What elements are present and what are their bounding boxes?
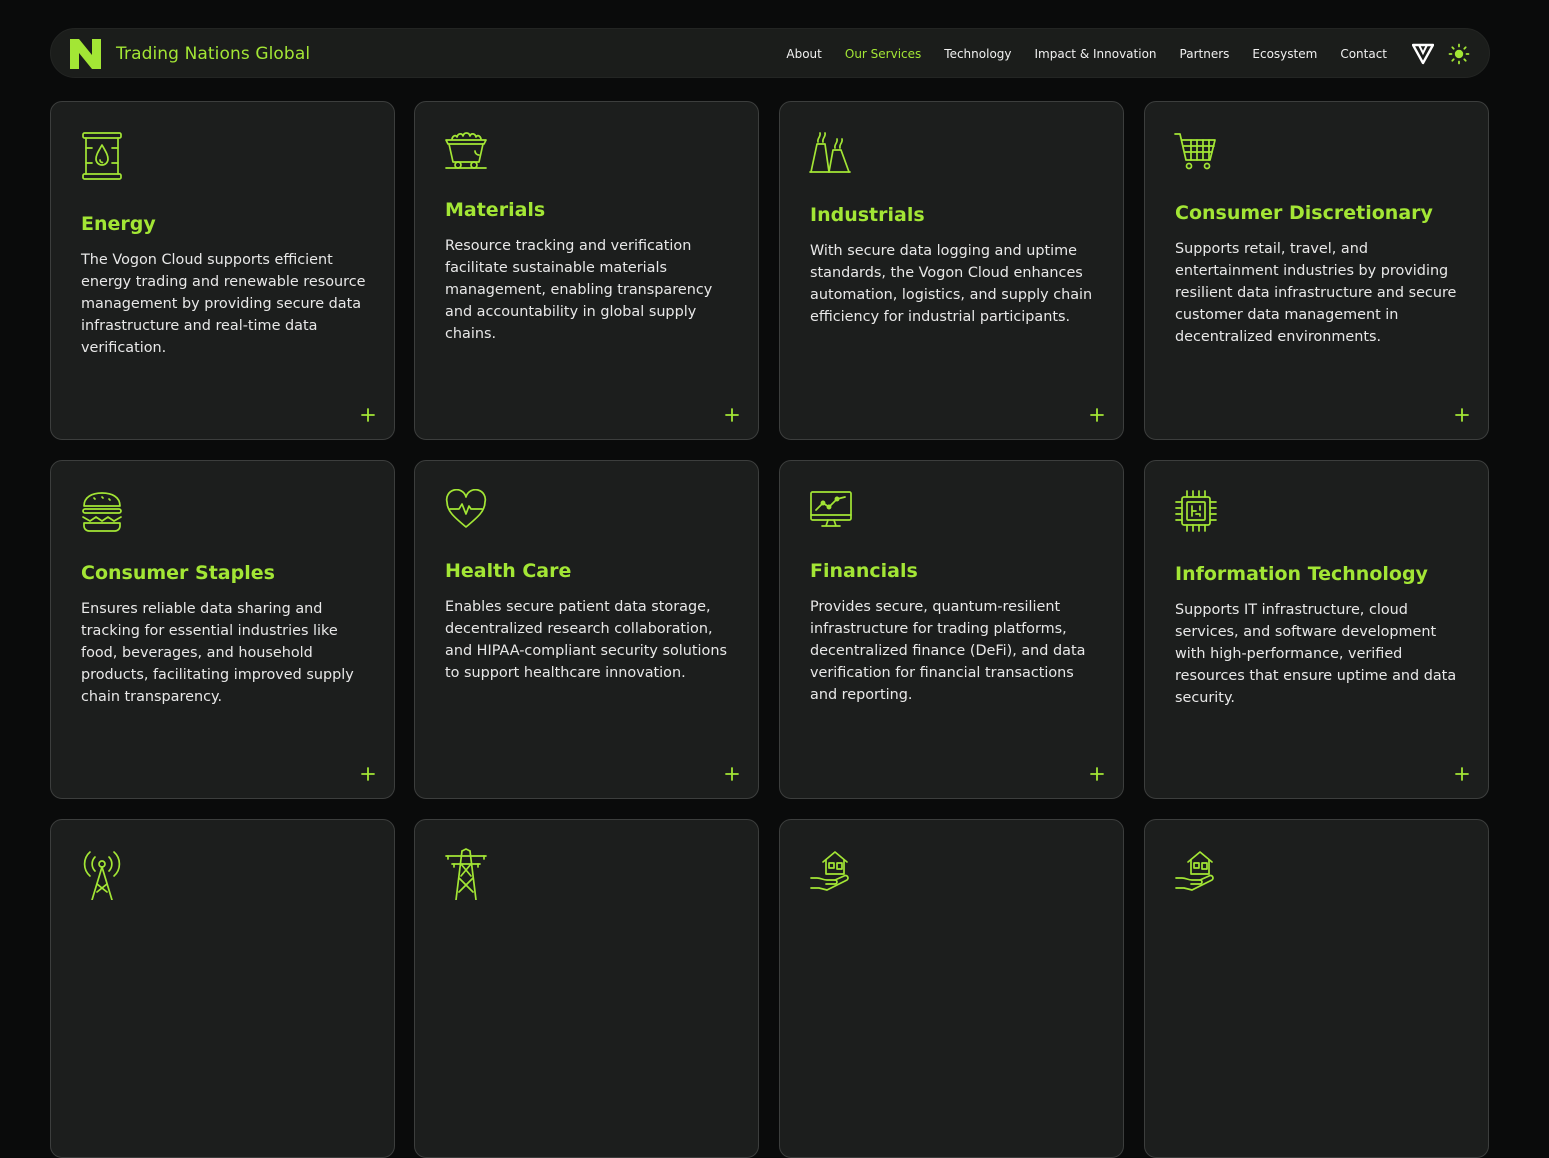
chip-icon bbox=[1175, 490, 1217, 532]
sector-description: Resource tracking and verification facil… bbox=[445, 238, 713, 342]
sector-description: Supports IT infrastructure, cloud servic… bbox=[1175, 602, 1457, 706]
power-pylon-icon bbox=[445, 848, 487, 900]
sector-card-consumer-staples[interactable]: Consumer Staples Ensures reliable data s… bbox=[50, 460, 395, 799]
plus-icon[interactable] bbox=[360, 407, 376, 423]
sector-card[interactable] bbox=[50, 819, 395, 1158]
plus-icon[interactable] bbox=[1089, 766, 1105, 782]
sector-title: Financials bbox=[810, 560, 918, 582]
hand-house-icon bbox=[1175, 851, 1214, 891]
sector-card-energy[interactable]: Energy The Vogon Cloud supports efficien… bbox=[50, 101, 395, 440]
burger-icon bbox=[82, 492, 122, 532]
plus-icon[interactable] bbox=[724, 407, 740, 423]
top-navbar: Trading Nations Global About Our Service… bbox=[50, 28, 1490, 78]
heart-pulse-icon bbox=[445, 489, 487, 528]
nav-contact[interactable]: Contact bbox=[1340, 47, 1387, 61]
antenna-tower-icon bbox=[83, 851, 121, 900]
sector-card-financials[interactable]: Financials Provides secure, quantum-resi… bbox=[779, 460, 1124, 799]
plus-icon[interactable] bbox=[1454, 407, 1470, 423]
sector-description: With secure data logging and uptime stan… bbox=[810, 243, 1093, 325]
sector-card[interactable] bbox=[1144, 819, 1489, 1158]
sector-title: Health Care bbox=[445, 560, 572, 582]
oil-barrel-icon bbox=[82, 132, 122, 180]
hand-house-icon bbox=[810, 851, 849, 891]
sector-title: Industrials bbox=[810, 204, 925, 226]
nav-partners[interactable]: Partners bbox=[1180, 47, 1230, 61]
sector-card-consumer-discretionary[interactable]: Consumer Discretionary Supports retail, … bbox=[1144, 101, 1489, 440]
vogon-icon[interactable] bbox=[1412, 43, 1434, 65]
sector-description: Provides secure, quantum-resilient infra… bbox=[810, 599, 1086, 703]
nav-impact-innovation[interactable]: Impact & Innovation bbox=[1035, 47, 1157, 61]
mine-cart-icon bbox=[445, 132, 487, 169]
sector-card-materials[interactable]: Materials Resource tracking and verifica… bbox=[414, 101, 759, 440]
nav-our-services[interactable]: Our Services bbox=[845, 47, 921, 61]
sector-title: Consumer Discretionary bbox=[1175, 202, 1433, 224]
sector-description: Supports retail, travel, and entertainme… bbox=[1175, 241, 1457, 345]
plus-icon[interactable] bbox=[1454, 766, 1470, 782]
plus-icon[interactable] bbox=[360, 766, 376, 782]
nav-links: About Our Services Technology Impact & I… bbox=[786, 29, 1387, 79]
sun-icon[interactable] bbox=[1448, 43, 1470, 65]
sector-card-health-care[interactable]: Health Care Enables secure patient data … bbox=[414, 460, 759, 799]
sector-card[interactable] bbox=[779, 819, 1124, 1158]
sector-title: Materials bbox=[445, 199, 546, 221]
brand-name[interactable]: Trading Nations Global bbox=[116, 29, 310, 79]
nav-about[interactable]: About bbox=[786, 47, 821, 61]
sector-title: Information Technology bbox=[1175, 563, 1428, 585]
nav-technology[interactable]: Technology bbox=[944, 47, 1011, 61]
plus-icon[interactable] bbox=[1089, 407, 1105, 423]
shopping-cart-icon bbox=[1174, 133, 1216, 170]
sector-description: Ensures reliable data sharing and tracki… bbox=[81, 601, 354, 705]
factory-icon bbox=[809, 132, 851, 173]
sector-card[interactable] bbox=[414, 819, 759, 1158]
monitor-chart-icon bbox=[810, 491, 852, 527]
sector-card-industrials[interactable]: Industrials With secure data logging and… bbox=[779, 101, 1124, 440]
logo-icon[interactable] bbox=[70, 39, 101, 69]
sector-title: Consumer Staples bbox=[81, 562, 275, 584]
sector-card-information-technology[interactable]: Information Technology Supports IT infra… bbox=[1144, 460, 1489, 799]
sector-description: The Vogon Cloud supports efficient energ… bbox=[81, 252, 366, 356]
sector-title: Energy bbox=[81, 213, 156, 235]
nav-ecosystem[interactable]: Ecosystem bbox=[1252, 47, 1317, 61]
sector-description: Enables secure patient data storage, dec… bbox=[445, 599, 727, 681]
plus-icon[interactable] bbox=[724, 766, 740, 782]
